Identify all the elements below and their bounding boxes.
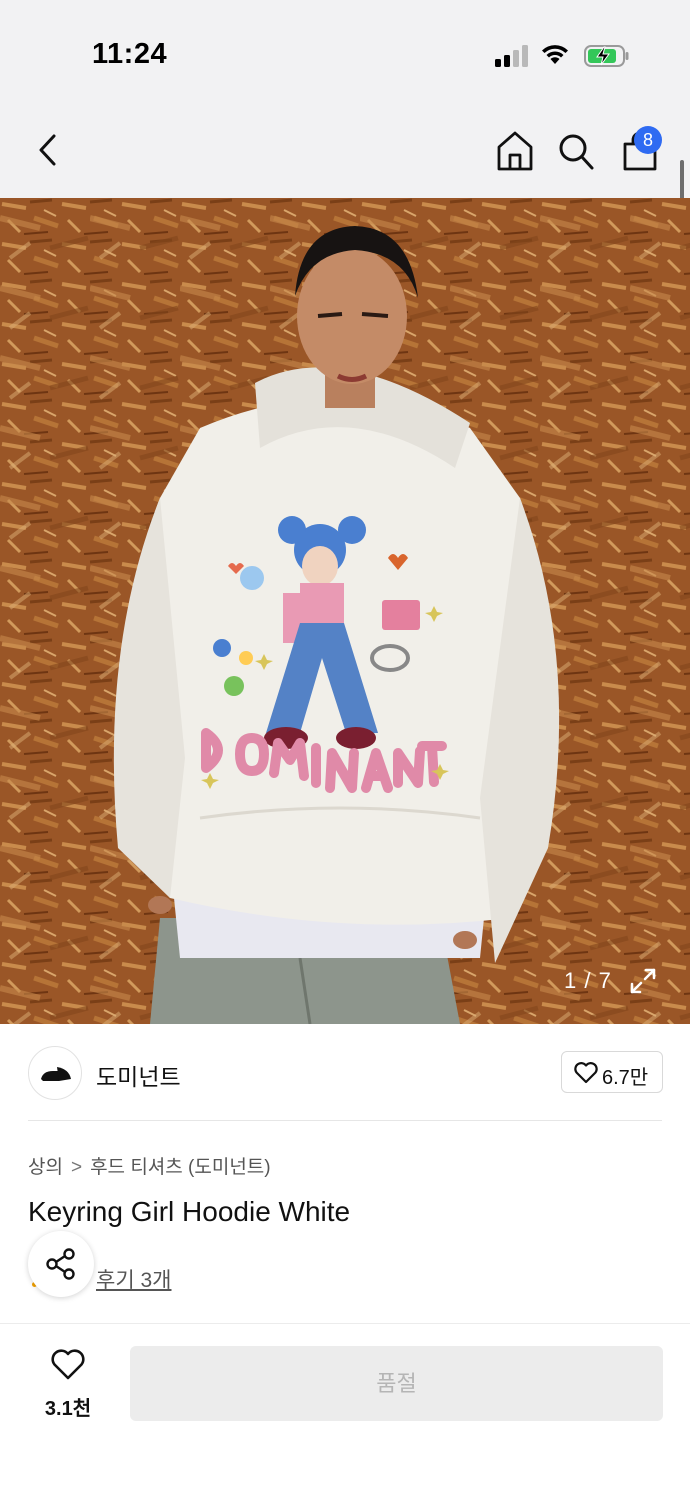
product-photo: [0, 198, 690, 1024]
divider: [28, 1120, 662, 1121]
top-navigation: [0, 100, 690, 198]
product-image-carousel[interactable]: [0, 198, 690, 1024]
home-icon[interactable]: [496, 130, 534, 172]
cart-count-badge: 8: [634, 126, 662, 154]
heart-icon: [51, 1349, 85, 1380]
status-bar: 11:24: [0, 0, 690, 100]
breadcrumb-separator: >: [70, 1157, 83, 1178]
wishlist-count: 3.1천: [44, 1398, 92, 1420]
wishlist-button[interactable]: 3.1천: [32, 1346, 104, 1420]
product-title: Keyring Girl Hoodie White: [28, 1196, 351, 1227]
divider: [0, 1323, 690, 1324]
brand-like-count: 6.7만: [602, 1067, 649, 1089]
brand-logo[interactable]: [28, 1046, 82, 1100]
brand-logo-mark-icon: [41, 1067, 71, 1081]
share-icon: [46, 1248, 75, 1280]
image-counter: 1 / 7: [564, 968, 612, 993]
product-detail-screen: 11:24 8 1 / 7 도미넌트 6.7만 상의 > 후드 티셔츠 (도미넌…: [0, 0, 690, 1500]
breadcrumb: 상의 > 후드 티셔츠 (도미넌트): [28, 1152, 271, 1179]
brand-name[interactable]: 도미넌트: [96, 1058, 181, 1092]
review-count-link[interactable]: 후기 3개: [96, 1264, 171, 1294]
wifi-icon: [542, 45, 568, 64]
share-button[interactable]: [28, 1231, 94, 1297]
expand-icon[interactable]: [628, 966, 658, 996]
chevron-left-icon[interactable]: [30, 130, 66, 170]
cellular-signal-icon: [495, 45, 528, 67]
breadcrumb-item-category[interactable]: 상의: [28, 1152, 63, 1179]
sold-out-button[interactable]: 품절: [130, 1346, 663, 1421]
battery-icon: [584, 45, 629, 67]
brand-like-button[interactable]: 6.7만: [561, 1051, 663, 1093]
heart-icon: [574, 1062, 598, 1084]
status-time: 11:24: [92, 38, 168, 70]
search-icon[interactable]: [557, 132, 595, 172]
breadcrumb-item-subcategory[interactable]: 후드 티셔츠 (도미넌트): [90, 1152, 271, 1179]
